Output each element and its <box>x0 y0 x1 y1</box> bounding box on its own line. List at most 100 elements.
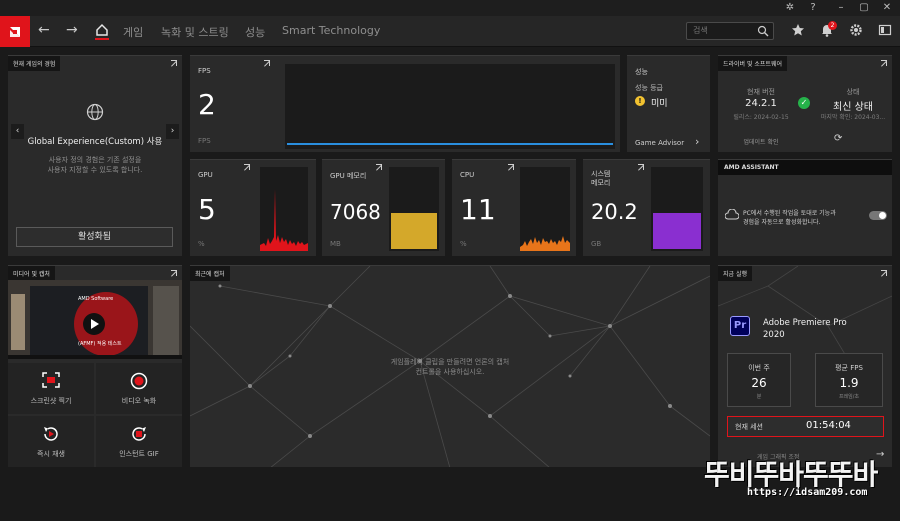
tab-gaming[interactable]: 게임 <box>123 24 143 40</box>
screenshot-button[interactable]: 스크린샷 찍기 <box>8 363 94 414</box>
gpu-memory-card: GPU 메모리 7068 MB <box>322 159 445 256</box>
search-input[interactable] <box>693 26 753 35</box>
settings-icon[interactable] <box>849 23 863 37</box>
star-icon[interactable] <box>791 23 805 37</box>
now-running-label: 지금 실행 <box>718 266 752 281</box>
watermark-url: https://idsam209.com <box>747 487 868 498</box>
activated-button[interactable]: 활성화됨 <box>16 227 173 247</box>
running-expand-icon[interactable] <box>881 270 887 276</box>
current-session: 현재 세션 01:54:04 <box>727 416 884 437</box>
experience-desc-1: 사용자 정의 경험은 기존 설정을 <box>48 156 142 164</box>
instant-replay-label: 즉시 재생 <box>37 450 65 458</box>
play-icon[interactable] <box>83 313 105 335</box>
screenshot-label: 스크린샷 찍기 <box>30 397 72 405</box>
minimize-icon[interactable]: – <box>834 2 848 14</box>
experience-desc-2: 사용자 지정할 수 있도록 합니다. <box>47 166 143 174</box>
fps-expand-icon[interactable] <box>264 60 270 66</box>
driver-version: 24.2.1 <box>745 98 777 109</box>
layout-icon[interactable] <box>878 23 892 37</box>
cpu-unit: % <box>460 240 467 248</box>
system-memory-graph <box>651 167 703 251</box>
recent-line-2: 컨트롤을 사용하십시오. <box>415 368 485 376</box>
tab-smart-technology[interactable]: Smart Technology <box>282 24 380 37</box>
close-icon[interactable]: ✕ <box>880 2 894 14</box>
assistant-card: AMD ASSISTANT PC에서 수행된 작업을 토대로 기능과 경험을 자… <box>718 159 892 256</box>
search-box[interactable] <box>686 22 774 40</box>
chevron-right-icon[interactable]: › <box>695 135 699 148</box>
performance-label: 성능 <box>635 68 648 76</box>
system-memory-expand-icon[interactable] <box>638 164 644 170</box>
gpu-memory-title: GPU 메모리 <box>330 172 367 180</box>
instant-replay-button[interactable]: 즉시 재생 <box>8 416 94 467</box>
week-stat: 이번 주 26 분 <box>727 353 791 407</box>
bug-icon[interactable]: ✲ <box>783 2 797 14</box>
gpu-memory-expand-icon[interactable] <box>376 164 382 170</box>
search-icon <box>757 25 769 37</box>
instant-replay-icon <box>44 427 58 441</box>
session-label: 현재 세션 <box>735 423 763 431</box>
home-tab[interactable] <box>95 22 109 40</box>
instant-gif-icon <box>132 427 146 441</box>
gpu-title: GPU <box>198 171 213 179</box>
cpu-value: 11 <box>460 193 496 226</box>
fps-title: FPS <box>198 67 211 75</box>
help-icon[interactable]: ? <box>806 2 820 14</box>
performance-card: 성능 성능 등급 ! 미미 Game Advisor › <box>627 55 710 152</box>
avg-fps-stat: 평균 FPS 1.9 프레임/초 <box>815 353 883 407</box>
status-label: 상태 <box>846 88 860 96</box>
driver-expand-icon[interactable] <box>881 60 887 66</box>
warning-icon: ! <box>635 96 645 106</box>
media-label: 미디어 및 캡처 <box>8 266 55 281</box>
driver-card: 드라이버 및 소프트웨어 현재 버전 24.2.1 릴리스: 2024-02-1… <box>718 55 892 152</box>
gpu-memory-graph <box>389 167 439 251</box>
tab-performance[interactable]: 성능 <box>245 24 265 40</box>
check-icon: ✓ <box>798 97 810 109</box>
recent-capture-label: 최근에 캡처 <box>190 266 230 281</box>
week-label: 이번 주 <box>748 364 770 372</box>
session-value: 01:54:04 <box>806 420 851 431</box>
update-check-label[interactable]: 업데이트 확인 <box>718 137 804 146</box>
fps-graph <box>285 64 615 149</box>
avg-fps-value: 1.9 <box>839 376 859 390</box>
record-label: 비디오 녹화 <box>121 397 157 405</box>
release-date: 릴리스: 2024-02-15 <box>733 114 789 121</box>
recent-capture-card: 최근에 캡처 게임플레이 클립을 만들려면 언론의 캡처 컨트롤을 사용하십시오… <box>190 265 710 467</box>
week-value: 26 <box>751 376 767 390</box>
refresh-icon[interactable]: ⟳ <box>834 133 842 144</box>
performance-sub: 성능 등급 <box>635 84 663 92</box>
maximize-icon[interactable]: ▢ <box>857 2 871 14</box>
forward-icon[interactable]: → <box>66 22 78 38</box>
amd-logo[interactable] <box>0 16 30 47</box>
record-button[interactable]: 비디오 녹화 <box>96 363 182 414</box>
experience-card: 현재 게임의 경험 ‹ › Global Experience(Custom) … <box>8 55 182 256</box>
assistant-line-2: 경험을 자동으로 활성화합니다. <box>743 219 821 226</box>
game-advisor-link[interactable]: Game Advisor <box>635 139 684 147</box>
cpu-title: CPU <box>460 171 475 179</box>
instant-gif-button[interactable]: 인스턴트 GIF <box>96 416 182 467</box>
gpu-memory-unit: MB <box>330 240 341 248</box>
globe-icon <box>86 103 104 121</box>
cpu-graph <box>520 167 570 251</box>
assistant-toggle[interactable] <box>869 211 887 220</box>
version-label: 현재 버전 <box>747 88 775 96</box>
video-thumbnail[interactable]: AMD Software (AFMF) 적용 테스트 <box>8 280 182 359</box>
fps-unit: FPS <box>198 137 211 145</box>
cpu-card: CPU 11 % <box>452 159 576 256</box>
video-text-1: AMD Software <box>78 296 114 302</box>
cpu-expand-icon[interactable] <box>508 164 514 170</box>
media-expand-icon[interactable] <box>171 270 177 276</box>
media-card: 미디어 및 캡처 AMD Software (AFMF) 적용 테스트 스크린샷… <box>8 265 182 467</box>
assistant-line-1: PC에서 수행된 작업을 토대로 기능과 <box>743 210 836 217</box>
avg-fps-unit: 프레임/초 <box>838 394 860 400</box>
tab-record-stream[interactable]: 녹화 및 스트링 <box>161 24 229 40</box>
gpu-memory-value: 7068 <box>330 200 381 224</box>
expand-icon[interactable] <box>171 60 177 66</box>
gpu-card: GPU 5 % <box>190 159 316 256</box>
back-icon[interactable]: ← <box>38 22 50 38</box>
record-icon <box>130 372 148 390</box>
app-year: 2020 <box>763 330 785 340</box>
system-memory-title-2: 메모리 <box>591 179 611 187</box>
video-text-2: (AFMF) 적용 테스트 <box>78 341 122 347</box>
gpu-expand-icon[interactable] <box>244 164 250 170</box>
avg-fps-label: 평균 FPS <box>835 364 863 372</box>
